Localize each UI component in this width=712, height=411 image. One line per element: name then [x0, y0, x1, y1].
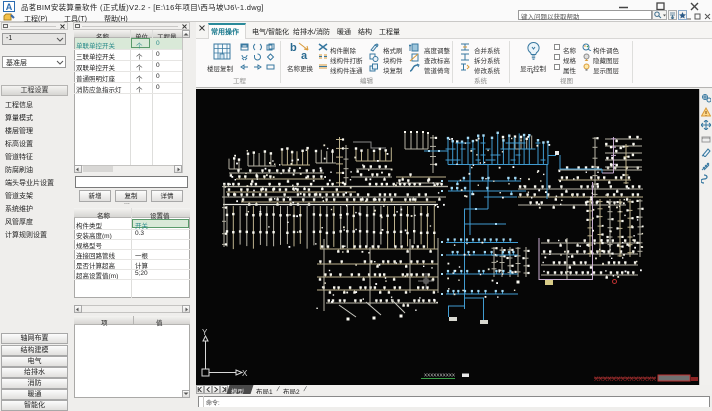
svg-text:X: X [242, 369, 248, 378]
svg-text:Y: Y [202, 328, 208, 337]
svg-text:XXXXXXXXXX: XXXXXXXXXX [424, 373, 455, 378]
